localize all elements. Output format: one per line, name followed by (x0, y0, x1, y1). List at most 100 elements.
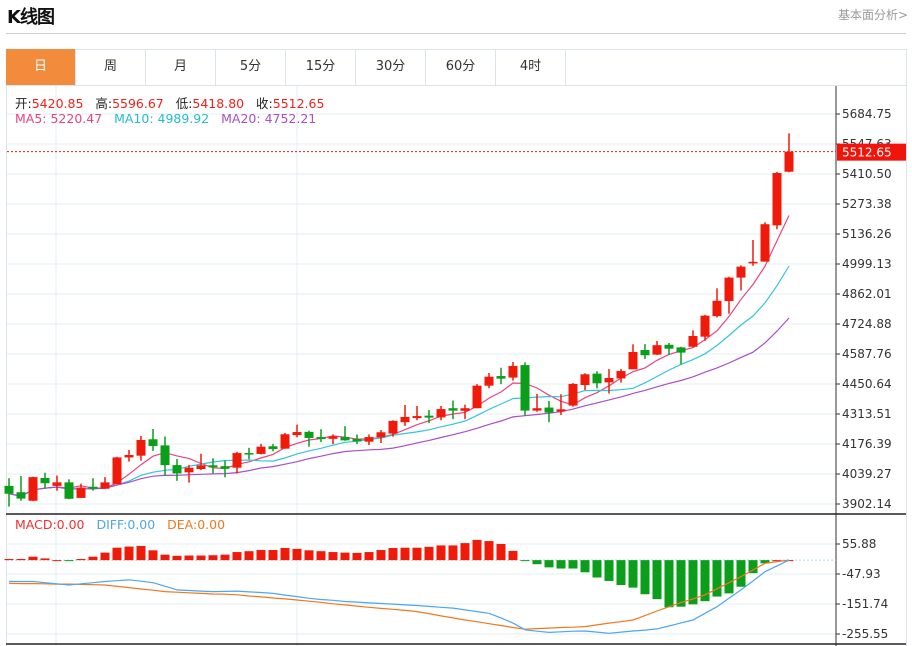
macd-bar (40, 558, 50, 561)
low-value: 5418.80 (192, 96, 245, 111)
candle (652, 341, 662, 356)
candle (256, 443, 266, 455)
macd-bar (220, 554, 230, 561)
macd-bar (736, 560, 746, 587)
macd-bar (376, 550, 386, 561)
candle (484, 372, 494, 389)
low-label: 低: (175, 96, 193, 111)
candle (424, 409, 434, 424)
macd-bar (424, 546, 434, 561)
candle-body (196, 465, 206, 470)
macd-bar (628, 560, 638, 588)
candle (772, 171, 782, 230)
y-tick-label: 5684.75 (842, 107, 892, 121)
macd-bar (496, 543, 506, 561)
macd-bar (100, 552, 110, 561)
candle (280, 432, 290, 449)
candle-body (256, 446, 266, 454)
candle (112, 456, 122, 485)
macd-y-tick-label: -151.74 (842, 597, 888, 611)
macd-bar (4, 558, 14, 561)
macd-bar (712, 560, 722, 597)
ma-readout: MA5: 5220.47 MA10: 4989.92 MA20: 4752.21 (15, 111, 316, 126)
candle (376, 430, 386, 443)
candle (712, 288, 722, 318)
candle-body (316, 437, 326, 440)
candle-body (640, 350, 650, 356)
macd-y-tick-label: -255.55 (842, 627, 888, 641)
candle (172, 458, 182, 481)
candle (292, 424, 302, 438)
macd-bar (364, 552, 374, 561)
candle-body (376, 432, 386, 438)
candle-body (160, 445, 170, 466)
candle-body (736, 266, 746, 278)
candle (220, 460, 230, 478)
y-tick-label: 5410.50 (842, 167, 892, 181)
candle (748, 239, 758, 266)
candle (136, 435, 146, 461)
macd-bar (328, 552, 338, 561)
candle-body (676, 347, 686, 353)
candle (148, 428, 158, 451)
macd-bar (256, 550, 266, 561)
y-tick-label: 4176.39 (842, 437, 892, 451)
y-tick-label: 5273.38 (842, 197, 892, 211)
macd-bar (268, 550, 278, 561)
candle-body (388, 420, 398, 434)
open-label: 开: (15, 96, 32, 111)
ma5-value: MA5: 5220.47 (15, 111, 103, 126)
macd-bar (472, 539, 482, 561)
diff-value: DIFF:0.00 (96, 517, 156, 532)
macd-bar (88, 556, 98, 561)
macd-y-tick-label: -47.93 (842, 567, 881, 581)
candle-body (436, 409, 446, 418)
candle (40, 472, 50, 489)
macd-bar (148, 550, 158, 561)
y-tick-label: 3902.14 (842, 497, 892, 511)
candle-body (460, 408, 470, 411)
macd-bar (556, 560, 566, 569)
candle (340, 426, 350, 441)
candle-body (652, 345, 662, 355)
candle-body (148, 439, 158, 447)
macd-value: MACD:0.00 (15, 517, 85, 532)
candle-body (580, 374, 590, 386)
candle (448, 400, 458, 420)
candle-body (556, 409, 566, 412)
candle-body (472, 385, 482, 409)
candle (628, 344, 638, 370)
candle-body (52, 482, 62, 486)
macd-bar (568, 560, 578, 569)
candle-body (508, 365, 518, 378)
candle (676, 346, 686, 365)
candle (124, 449, 134, 462)
macd-bar (340, 552, 350, 561)
candle-body (232, 453, 242, 468)
macd-bar (652, 560, 662, 600)
macd-bar (520, 560, 530, 562)
y-tick-label: 4724.88 (842, 317, 892, 331)
candle (544, 400, 554, 423)
candle (460, 404, 470, 420)
macd-bar (280, 548, 290, 561)
candle-body (28, 477, 38, 501)
candle-body (40, 477, 50, 484)
kline-widget: K线图 基本面分析> 日 周 月 5分 15分 30分 60分 4时 5684.… (0, 0, 912, 646)
candle-body (172, 465, 182, 474)
macd-bar (460, 543, 470, 561)
candle (640, 344, 650, 359)
candle (64, 479, 74, 500)
candle (580, 373, 590, 391)
macd-bar (664, 560, 674, 608)
candle-body (100, 482, 110, 489)
macd-bar (484, 541, 494, 561)
macd-bar (160, 554, 170, 561)
candle-body (184, 467, 194, 473)
candle-body (664, 344, 674, 349)
macd-bar (580, 560, 590, 573)
candle (508, 362, 518, 381)
candle (760, 222, 770, 262)
candle (52, 475, 62, 491)
macd-bar (76, 558, 86, 561)
